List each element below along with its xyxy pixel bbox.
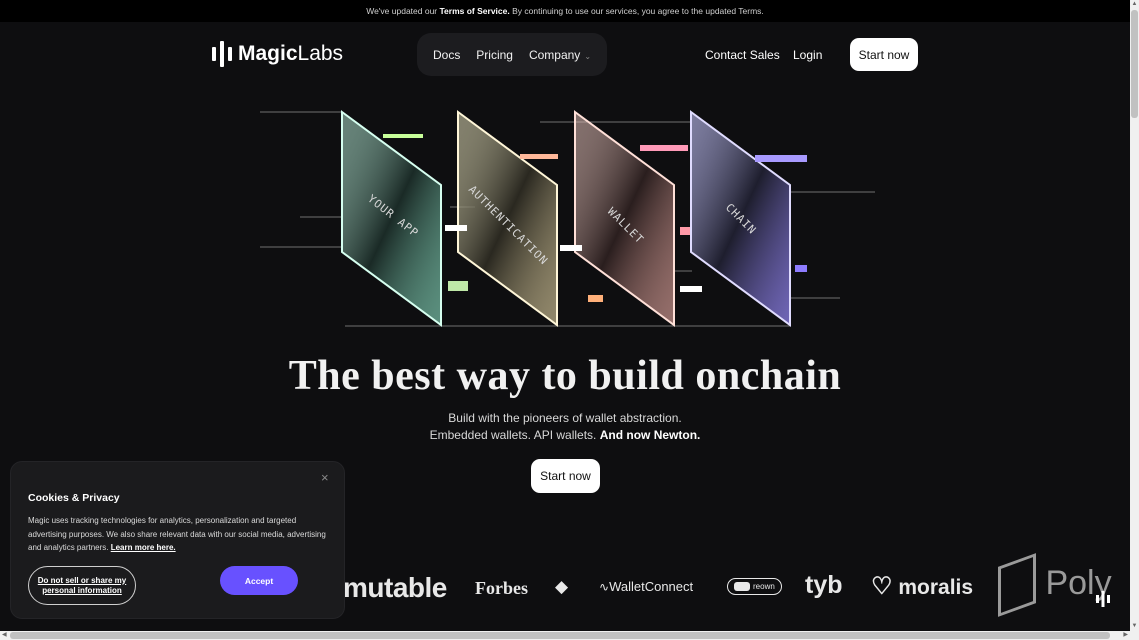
tyb-logo: tyb (805, 571, 843, 599)
dns-line1: Do not sell or share my (37, 575, 127, 585)
scroll-right-arrow-icon[interactable]: ▶ (1123, 631, 1128, 640)
start-now-header-button[interactable]: Start now (850, 38, 918, 71)
hero-subtitle-plain: Embedded wallets. API wallets. (429, 428, 600, 442)
chevron-down-icon: ⌄ (584, 51, 592, 61)
magic-floating-logo-icon[interactable] (1096, 591, 1110, 607)
nav-docs[interactable]: Docs (433, 48, 460, 62)
cookie-body: Magic uses tracking technologies for ana… (28, 514, 328, 555)
cookie-consent-dialog: × Cookies & Privacy Magic uses tracking … (10, 461, 345, 619)
vertical-scroll-thumb[interactable] (1131, 10, 1138, 118)
walletconnect-name: WalletConnect (609, 579, 694, 594)
main-nav: Docs Pricing Company ⌄ (417, 33, 607, 76)
cookie-title: Cookies & Privacy (28, 492, 120, 504)
login-link[interactable]: Login (793, 48, 822, 62)
learn-more-link[interactable]: Learn more here. (111, 543, 176, 552)
moralis-name: moralis (898, 576, 974, 599)
walletconnect-logo: ∿WalletConnect (599, 579, 693, 594)
fox-icon: ◆ (555, 577, 569, 596)
polygon-icon (998, 553, 1036, 617)
magic-logo-icon (212, 41, 232, 67)
walletconnect-icon: ∿ (599, 580, 610, 594)
close-icon[interactable]: × (321, 470, 329, 485)
brand-name-light: Labs (297, 42, 344, 65)
vertical-scrollbar[interactable]: ▲ ▼ (1130, 0, 1139, 640)
scroll-up-arrow-icon[interactable]: ▲ (1130, 1, 1139, 7)
polygon-logo: Poly (998, 553, 1112, 617)
banner-text-pre: We've updated our (366, 6, 440, 16)
magiclabs-logo[interactable]: MagicLabs (212, 41, 343, 67)
terms-banner: We've updated our Terms of Service. By c… (0, 0, 1130, 22)
hero-headline: The best way to build onchain (288, 353, 842, 399)
reown-mark-icon (734, 582, 750, 592)
nav-company-label: Company (528, 47, 581, 62)
hero-subtitle-line1: Build with the pioneers of wallet abstra… (448, 411, 682, 425)
dns-line2: personal information (42, 585, 122, 595)
start-now-hero-button[interactable]: Start now (531, 459, 600, 493)
nav-company[interactable]: Company ⌄ (529, 48, 591, 62)
hero-illustration: YOUR APP AUTHENTICATION WALLET CHAIN (260, 110, 875, 327)
forbes-logo: Forbes (475, 578, 528, 598)
moralis-heart-icon: ♡ (871, 573, 893, 600)
cookie-body-text: Magic uses tracking technologies for ana… (28, 516, 326, 552)
terms-of-service-link[interactable]: Terms of Service. (440, 6, 510, 16)
reown-logo: reown (727, 578, 782, 596)
banner-text-post: By continuing to use our services, you a… (509, 6, 764, 16)
brand-name: MagicLabs (238, 42, 343, 66)
hero-subtitle-bold: And now Newton. (599, 428, 701, 442)
nav-pricing[interactable]: Pricing (476, 48, 513, 62)
moralis-logo: ♡ moralis (871, 572, 973, 601)
partner-logos: mutable Forbes ◆ ∿WalletConnect reown ty… (340, 553, 1130, 617)
horizontal-scroll-thumb[interactable] (10, 632, 1110, 639)
horizontal-scrollbar[interactable]: ◀ ▶ (0, 631, 1130, 640)
brand-name-bold: Magic (238, 42, 298, 65)
contact-sales-link[interactable]: Contact Sales (705, 48, 780, 62)
reown-name: reown (753, 582, 775, 591)
scroll-down-arrow-icon[interactable]: ▼ (1130, 623, 1139, 629)
do-not-sell-button[interactable]: Do not sell or share my personal informat… (28, 566, 136, 605)
immutable-logo: mutable (343, 572, 447, 603)
accept-button[interactable]: Accept (220, 566, 298, 595)
hero-subtitle-line2: Embedded wallets. API wallets. And now N… (0, 428, 1130, 442)
scroll-left-arrow-icon[interactable]: ◀ (2, 631, 7, 640)
